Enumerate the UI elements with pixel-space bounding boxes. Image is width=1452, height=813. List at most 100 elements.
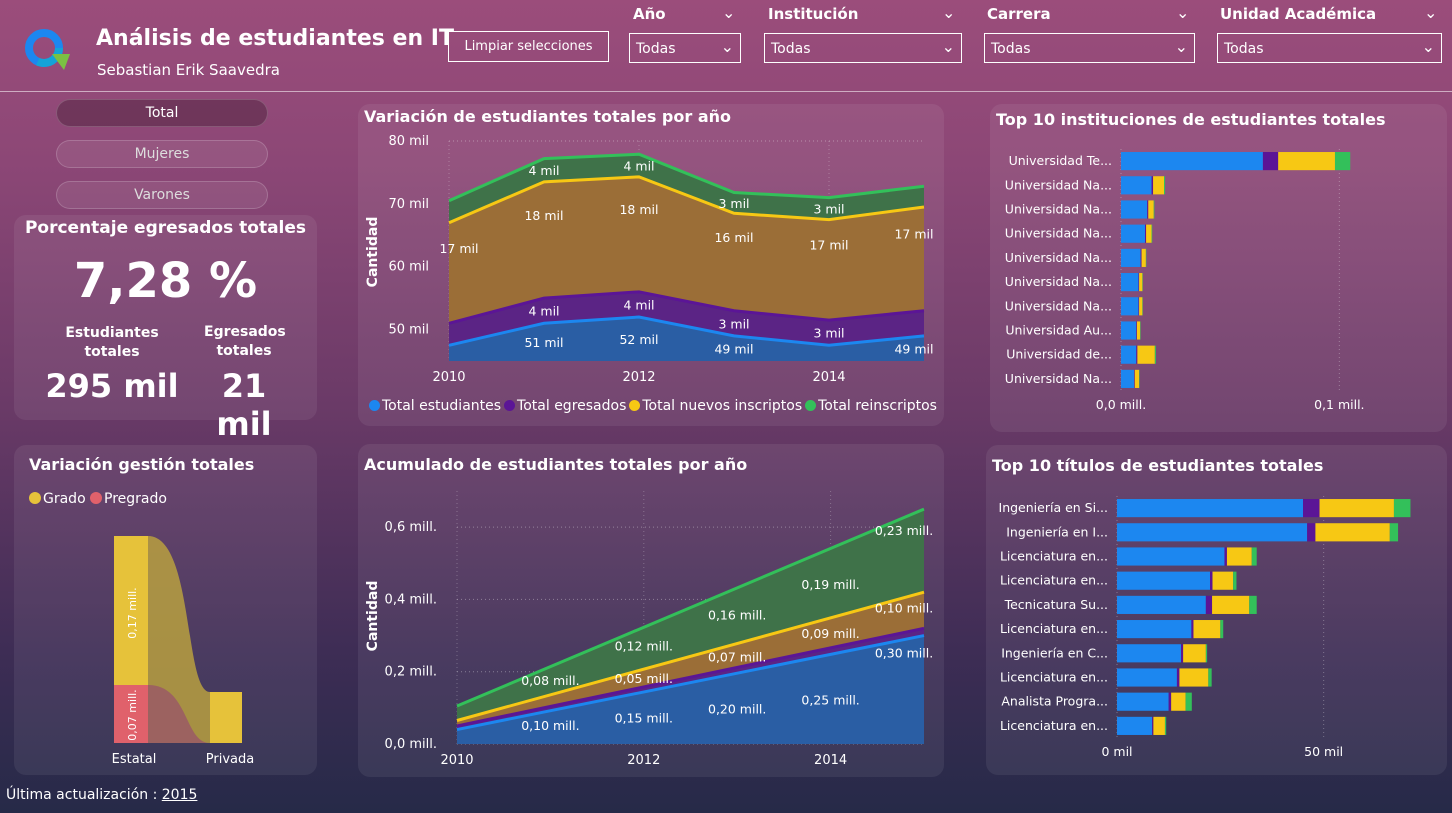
bar-segment[interactable]	[1334, 152, 1351, 171]
bar-segment[interactable]	[1179, 668, 1209, 687]
bar-segment[interactable]	[1210, 571, 1213, 590]
clear-selections-button[interactable]: Limpiar selecciones	[448, 31, 609, 62]
bar-segment[interactable]	[1136, 321, 1141, 340]
bar-segment[interactable]	[1121, 200, 1148, 219]
bar-segment[interactable]	[1136, 345, 1138, 364]
bar-segment[interactable]	[1139, 273, 1143, 292]
bar-segment[interactable]	[1121, 176, 1152, 195]
bar-segment[interactable]	[1117, 620, 1192, 639]
bar-segment[interactable]	[1164, 176, 1166, 195]
sankey-node-privada[interactable]	[210, 692, 242, 743]
bar-segment[interactable]	[1117, 716, 1153, 735]
chevron-down-icon[interactable]: ⌄	[1176, 3, 1189, 22]
bar-segment[interactable]	[1136, 321, 1137, 340]
bar-segment[interactable]	[1152, 716, 1154, 735]
bar-segment[interactable]	[1168, 692, 1172, 711]
filter-institution-label: Institución	[768, 5, 859, 23]
bar-segment[interactable]	[1154, 345, 1156, 364]
filter-institution-dropdown[interactable]: Todas ⌄	[764, 33, 962, 63]
bar-segment[interactable]	[1176, 668, 1180, 687]
bar-segment[interactable]	[1121, 273, 1139, 292]
bar-segment[interactable]	[1185, 692, 1192, 711]
bar-segment[interactable]	[1141, 248, 1146, 267]
bar-segment[interactable]	[1121, 248, 1141, 267]
filter-year-dropdown[interactable]: Todas ⌄	[629, 33, 741, 63]
bar-segment[interactable]	[1208, 668, 1212, 687]
bar-segment[interactable]	[1183, 644, 1206, 663]
segment-men-button[interactable]: Varones	[56, 181, 268, 209]
bar-segment[interactable]	[1212, 571, 1234, 590]
bar-segment[interactable]	[1315, 523, 1390, 542]
segment-women-button[interactable]: Mujeres	[56, 140, 268, 168]
bar-segment[interactable]	[1140, 248, 1142, 267]
bar-segment[interactable]	[1262, 152, 1279, 171]
bar-segment[interactable]	[1117, 571, 1210, 590]
bar-segment[interactable]	[1138, 297, 1140, 316]
category-label: Universidad de...	[1006, 347, 1112, 362]
chevron-down-icon[interactable]: ⌄	[1424, 3, 1437, 22]
bar-segment[interactable]	[1226, 547, 1252, 566]
bar-segment[interactable]	[1191, 620, 1194, 639]
bar-segment[interactable]	[1319, 499, 1394, 518]
bar-segment[interactable]	[1117, 595, 1206, 614]
bar-segment[interactable]	[1205, 644, 1208, 663]
legend-dot-icon	[504, 400, 516, 411]
bar-segment[interactable]	[1212, 595, 1250, 614]
bar-segment[interactable]	[1117, 547, 1225, 566]
data-label: 4 mil	[528, 304, 559, 319]
segment-total-button[interactable]: Total	[56, 99, 268, 127]
bar-segment[interactable]	[1193, 620, 1221, 639]
bar-segment[interactable]	[1164, 716, 1167, 735]
bar-segment[interactable]	[1139, 297, 1143, 316]
bar-segment[interactable]	[1137, 345, 1155, 364]
bar-segment[interactable]	[1181, 644, 1184, 663]
bar-segment[interactable]	[1117, 692, 1169, 711]
bar-segment[interactable]	[1220, 620, 1224, 639]
bar-segment[interactable]	[1147, 200, 1149, 219]
bar-segment[interactable]	[1145, 224, 1147, 243]
bar-segment[interactable]	[1134, 369, 1135, 388]
bar-segment[interactable]	[1117, 499, 1303, 518]
last-update-year[interactable]: 2015	[162, 787, 198, 803]
bar-segment[interactable]	[1117, 523, 1308, 542]
bar-segment[interactable]	[1151, 176, 1154, 195]
bar-segment[interactable]	[1121, 297, 1139, 316]
chevron-down-icon[interactable]: ⌄	[722, 3, 735, 22]
filter-unit-label: Unidad Académica	[1220, 5, 1377, 23]
legend-item[interactable]: Total nuevos inscriptos	[629, 398, 802, 414]
bar-segment[interactable]	[1389, 523, 1399, 542]
bar-segment[interactable]	[1151, 224, 1153, 243]
bar-segment[interactable]	[1278, 152, 1335, 171]
bar-segment[interactable]	[1249, 595, 1257, 614]
bar-segment[interactable]	[1121, 345, 1137, 364]
bar-segment[interactable]	[1134, 369, 1140, 388]
filter-career-dropdown[interactable]: Todas ⌄	[984, 33, 1195, 63]
bar-segment[interactable]	[1121, 321, 1137, 340]
bar-segment[interactable]	[1205, 595, 1213, 614]
bar-segment[interactable]	[1153, 176, 1165, 195]
bar-segment[interactable]	[1224, 547, 1227, 566]
bar-segment[interactable]	[1121, 369, 1135, 388]
filter-unit-dropdown[interactable]: Todas ⌄	[1217, 33, 1442, 63]
bar-segment[interactable]	[1251, 547, 1257, 566]
bar-segment[interactable]	[1117, 668, 1177, 687]
legend-item[interactable]: Total reinscriptos	[805, 398, 937, 414]
legend-item[interactable]: Total estudiantes	[369, 398, 501, 414]
bar-segment[interactable]	[1233, 571, 1237, 590]
bar-segment[interactable]	[1121, 224, 1146, 243]
bar-segment[interactable]	[1121, 152, 1263, 171]
bar-segment[interactable]	[1303, 499, 1320, 518]
bar-segment[interactable]	[1146, 224, 1152, 243]
chevron-down-icon[interactable]: ⌄	[942, 3, 955, 22]
bar-segment[interactable]	[1307, 523, 1316, 542]
legend-item[interactable]: Total egresados	[504, 398, 626, 414]
bar-segment[interactable]	[1393, 499, 1411, 518]
bar-segment[interactable]	[1153, 200, 1155, 219]
bar-segment[interactable]	[1153, 716, 1165, 735]
bar-segment[interactable]	[1171, 692, 1186, 711]
legend-label: Total egresados	[517, 398, 627, 414]
bar-segment[interactable]	[1148, 200, 1154, 219]
bar-segment[interactable]	[1117, 644, 1182, 663]
top-institutions-panel: Top 10 instituciones de estudiantes tota…	[990, 104, 1447, 432]
bar-segment[interactable]	[1138, 273, 1140, 292]
